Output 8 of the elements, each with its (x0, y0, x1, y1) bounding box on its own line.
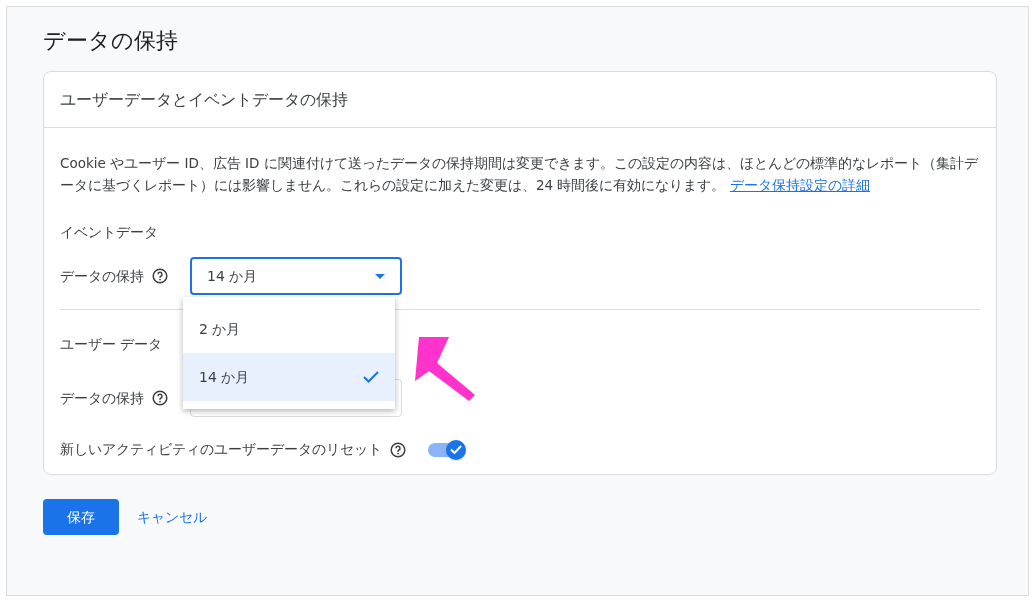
reset-label: 新しいアクティビティのユーザーデータのリセット (60, 440, 382, 459)
field-label: データの保持 (60, 388, 144, 408)
section-heading: イベントデータ (60, 223, 159, 242)
field-label: データの保持 (60, 266, 144, 286)
description-text: Cookie やユーザー ID、広告 ID に関連付けて送ったデータの保持期間は変更できます。この設定の内容は、ほとんどの標準的なレポート（集計データに基づくレポート）には影響しません。これらの設定に加えた変更は、24 時間後に有効になります。 データ保持設定の詳細 (60, 154, 980, 195)
card-title: ユーザーデータとイベントデータの保持 (60, 88, 348, 111)
section-heading: ユーザー データ (60, 335, 164, 354)
page-title: データの保持 (43, 27, 179, 55)
